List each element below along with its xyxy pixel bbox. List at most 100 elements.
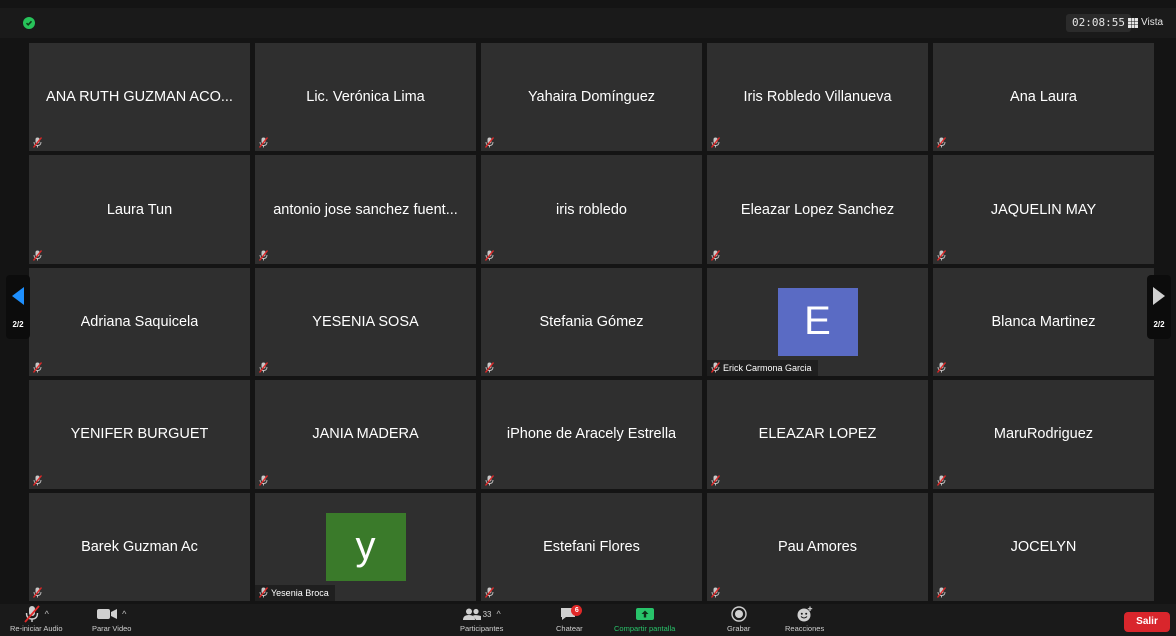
audio-options-chevron-icon[interactable]: ^ xyxy=(45,609,49,619)
microphone-muted-icon xyxy=(33,137,42,149)
video-camera-icon xyxy=(97,609,118,619)
video-options-chevron-icon[interactable]: ^ xyxy=(122,609,126,619)
participant-name: ANA RUTH GUZMAN ACO... xyxy=(46,89,233,106)
microphone-muted-icon xyxy=(259,137,268,149)
video-button[interactable]: ^ Parar Video xyxy=(92,604,131,636)
participant-tile[interactable]: Yahaira Domínguez xyxy=(481,43,702,152)
microphone-muted-icon xyxy=(937,137,946,149)
leave-meeting-button[interactable]: Salir xyxy=(1124,612,1170,632)
microphone-muted-icon xyxy=(33,587,42,598)
microphone-muted-icon xyxy=(711,587,720,598)
microphone-muted-icon xyxy=(259,249,268,261)
participant-tile[interactable]: JAQUELIN MAY xyxy=(933,155,1154,264)
page-indicator-left: 2/2 xyxy=(12,320,24,329)
next-page-button[interactable]: 2/2 xyxy=(1147,275,1171,339)
page-indicator-right: 2/2 xyxy=(1153,320,1165,329)
participant-name: ELEAZAR LOPEZ xyxy=(758,426,877,443)
participant-tile[interactable]: MaruRodriguez xyxy=(933,380,1154,489)
reactions-button[interactable]: Reacciones xyxy=(785,604,824,636)
participant-name: JAQUELIN MAY xyxy=(990,201,1097,218)
chat-button[interactable]: 6 Chatear xyxy=(556,604,583,636)
participant-tile[interactable]: Stefania Gómez xyxy=(481,267,702,377)
participant-tile[interactable]: JANIA MADERA xyxy=(255,380,476,489)
grid-icon xyxy=(1128,18,1138,28)
view-label: Vista xyxy=(1141,17,1164,28)
participant-name: YESENIA SOSA xyxy=(312,313,419,330)
participant-name: Adriana Saquicela xyxy=(80,313,199,330)
participant-tile[interactable]: Lic. Verónica Lima xyxy=(255,43,476,152)
participant-tile[interactable]: ELEAZAR LOPEZ xyxy=(707,380,928,489)
participants-options-chevron-icon[interactable]: ^ xyxy=(497,609,501,619)
participant-name: Blanca Martinez xyxy=(991,313,1096,330)
microphone-muted-icon xyxy=(937,474,946,486)
participant-tile[interactable]: Iris Robledo Villanueva xyxy=(707,43,928,152)
arrow-left-icon xyxy=(12,287,24,305)
participant-name: Yahaira Domínguez xyxy=(527,89,656,106)
microphone-muted-icon xyxy=(937,249,946,261)
participants-button[interactable]: 33 ^ Participantes xyxy=(460,604,503,636)
participant-tile[interactable]: Blanca Martinez xyxy=(933,267,1154,377)
participant-tile[interactable]: Adriana Saquicela xyxy=(29,267,250,377)
microphone-muted-icon xyxy=(937,587,946,598)
participant-name: Laura Tun xyxy=(106,201,173,218)
participant-name: Pau Amores xyxy=(778,538,857,555)
microphone-muted-icon xyxy=(937,362,946,374)
participants-count: 33 xyxy=(482,609,492,619)
participants-label: Participantes xyxy=(460,624,504,633)
participant-tile[interactable]: antonio jose sanchez fuent... xyxy=(255,155,476,264)
participant-name: Estefani Flores xyxy=(543,538,640,555)
microphone-muted-icon xyxy=(711,249,720,261)
participant-tile[interactable]: Ana Laura xyxy=(933,43,1154,152)
share-screen-button[interactable]: Compartir pantalla xyxy=(614,604,675,636)
chat-label: Chatear xyxy=(556,624,583,633)
record-button[interactable]: Grabar xyxy=(727,604,750,636)
bottom-toolbar: ^ Re-iniciar Audio ^ Parar Video 33 ^ Pa… xyxy=(0,604,1176,636)
participant-grid: ANA RUTH GUZMAN ACO... Lic. Verónica Lima… xyxy=(29,43,1154,601)
participant-tile[interactable]: Pau Amores xyxy=(707,492,928,601)
microphone-muted-icon xyxy=(485,249,494,261)
participant-tile[interactable]: Barek Guzman Ac xyxy=(29,492,250,601)
participant-name: Iris Robledo Villanueva xyxy=(743,89,892,106)
participant-name: MaruRodriguez xyxy=(993,426,1094,443)
microphone-muted-icon xyxy=(259,474,268,486)
microphone-muted-icon xyxy=(33,249,42,261)
microphone-muted-icon xyxy=(33,362,42,374)
participant-name: Ana Laura xyxy=(1010,89,1077,106)
share-screen-label: Compartir pantalla xyxy=(614,624,676,633)
record-icon xyxy=(730,606,747,622)
participant-avatar: E xyxy=(777,287,858,356)
participant-name: Stefania Gómez xyxy=(539,313,644,330)
participant-tile[interactable]: E Erick Carmona Garcia xyxy=(707,267,928,377)
audio-button[interactable]: ^ Re-iniciar Audio xyxy=(10,604,63,636)
previous-page-button[interactable]: 2/2 xyxy=(6,275,30,339)
participant-name: Erick Carmona Garcia xyxy=(723,363,812,374)
view-button[interactable]: Vista xyxy=(1128,14,1163,32)
participant-tile[interactable]: y Yesenia Broca xyxy=(255,492,476,601)
participant-tile[interactable]: YENIFER BURGUET xyxy=(29,380,250,489)
participant-name: Eleazar Lopez Sanchez xyxy=(740,201,895,218)
microphone-muted-icon xyxy=(259,362,268,374)
microphone-muted-icon xyxy=(33,474,42,486)
microphone-muted-icon xyxy=(23,605,40,623)
security-shield-icon[interactable] xyxy=(23,17,35,29)
participant-name: iris robledo xyxy=(556,201,627,218)
participant-name: JANIA MADERA xyxy=(312,426,419,443)
meeting-timer: 02:08:55 xyxy=(1066,14,1131,32)
participant-tile[interactable]: Laura Tun xyxy=(29,155,250,264)
participant-name: Yesenia Broca xyxy=(271,587,329,598)
participants-icon xyxy=(462,608,481,620)
participant-tile[interactable]: iPhone de Aracely Estrella xyxy=(481,380,702,489)
microphone-muted-icon xyxy=(485,587,494,598)
participant-tile[interactable]: Estefani Flores xyxy=(481,492,702,601)
microphone-muted-icon xyxy=(485,137,494,149)
emoji-add-icon xyxy=(797,606,812,622)
participant-tile[interactable]: ANA RUTH GUZMAN ACO... xyxy=(29,43,250,152)
microphone-muted-icon xyxy=(259,587,268,598)
participant-avatar: y xyxy=(325,512,406,581)
participant-name: YENIFER BURGUET xyxy=(70,426,209,443)
participant-name: JOCELYN xyxy=(1010,538,1077,555)
participant-tile[interactable]: Eleazar Lopez Sanchez xyxy=(707,155,928,264)
participant-tile[interactable]: YESENIA SOSA xyxy=(255,267,476,377)
participant-tile[interactable]: JOCELYN xyxy=(933,492,1154,601)
participant-tile[interactable]: iris robledo xyxy=(481,155,702,264)
